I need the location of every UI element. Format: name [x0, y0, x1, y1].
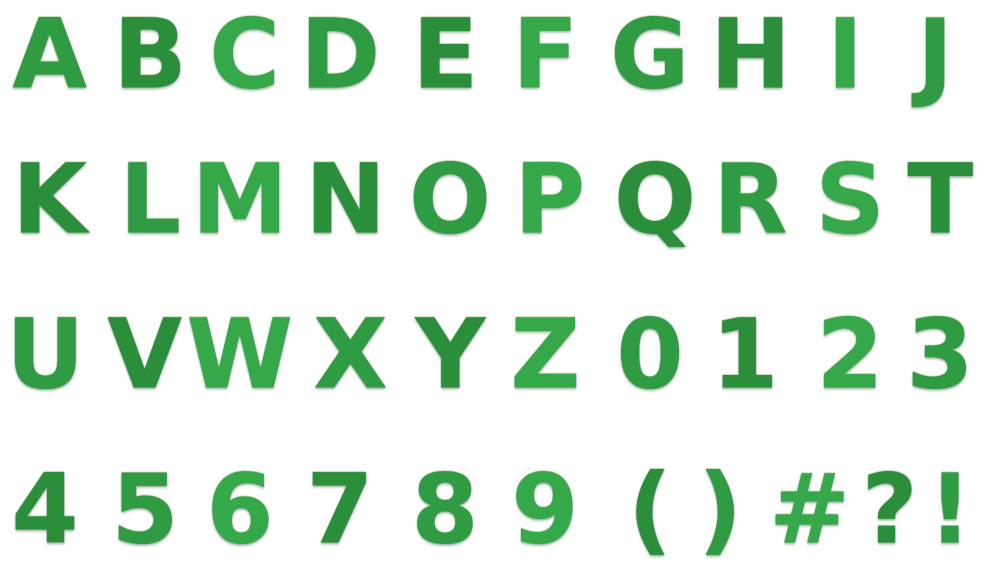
- glyph-i: I: [805, 0, 885, 110]
- glyph-u: U: [5, 300, 85, 410]
- glyph-o-char: O: [408, 143, 492, 256]
- glyph-6: 6: [200, 455, 280, 565]
- glyph-row-3: U V W X Y Z 0 1 2 3: [0, 300, 990, 430]
- glyph-3: 3: [900, 300, 980, 410]
- glyph-v-char: V: [107, 298, 183, 411]
- glyph-2: 2: [810, 300, 890, 410]
- glyph-b-char: B: [113, 0, 187, 111]
- glyph-h-char: H: [709, 0, 791, 111]
- glyph-r: R: [710, 145, 790, 255]
- glyph-v: V: [105, 300, 185, 410]
- glyph-5-char: 5: [111, 453, 179, 566]
- glyph-left-paren-char: (: [627, 453, 673, 566]
- glyph-u-char: U: [5, 298, 85, 411]
- glyph-d: D: [300, 0, 380, 110]
- glyph-m-char: M: [191, 143, 289, 256]
- glyph-exclamation-char: !: [927, 453, 973, 566]
- glyph-r-char: R: [712, 143, 788, 256]
- glyph-1: 1: [705, 300, 785, 410]
- glyph-1-char: 1: [711, 298, 779, 411]
- glyph-n-char: N: [304, 143, 386, 256]
- glyph-left-paren: (: [610, 455, 690, 565]
- glyph-8-char: 8: [411, 453, 479, 566]
- glyph-row-2: K L M N O P Q R S T: [0, 145, 990, 275]
- glyph-j: J: [895, 0, 975, 110]
- glyph-4-char: 4: [11, 453, 79, 566]
- glyph-w-char: W: [186, 298, 294, 411]
- glyph-f: F: [505, 0, 585, 110]
- glyph-a: A: [10, 0, 90, 110]
- glyph-9: 9: [505, 455, 585, 565]
- glyph-exclamation: !: [910, 455, 990, 565]
- glyph-t-char: T: [907, 143, 973, 256]
- glyph-g-char: G: [610, 0, 690, 111]
- glyph-k: K: [10, 145, 90, 255]
- glyph-x: X: [310, 300, 390, 410]
- glyph-x-char: X: [312, 298, 388, 411]
- glyph-4: 4: [5, 455, 85, 565]
- glyph-p-char: P: [514, 143, 586, 256]
- glyph-8: 8: [405, 455, 485, 565]
- glyph-7-char: 7: [306, 453, 374, 566]
- glyph-z-char: Z: [509, 298, 581, 411]
- glyph-k-char: K: [12, 143, 88, 256]
- glyph-l: L: [110, 145, 190, 255]
- glyph-6-char: 6: [206, 453, 274, 566]
- glyph-c: C: [205, 0, 285, 110]
- glyph-j-char: J: [917, 0, 953, 111]
- glyph-i-char: I: [827, 0, 863, 111]
- glyph-right-paren: ): [680, 455, 760, 565]
- glyph-hash-char: #: [769, 453, 851, 566]
- glyph-z: Z: [505, 300, 585, 410]
- glyph-7: 7: [300, 455, 380, 565]
- glyph-y-char: Y: [415, 298, 485, 411]
- glyph-l-char: L: [119, 143, 181, 256]
- glyph-h: H: [709, 0, 791, 111]
- glyph-s-char: S: [815, 143, 885, 256]
- glyph-n: N: [304, 143, 386, 256]
- glyph-5: 5: [105, 455, 185, 565]
- glyph-p: P: [510, 145, 590, 255]
- glyph-right-paren-char: ): [697, 453, 743, 566]
- glyph-f-char: F: [511, 0, 578, 111]
- glyph-e-char: E: [411, 0, 478, 111]
- glyph-c-char: C: [209, 0, 281, 111]
- glyph-9-char: 9: [511, 453, 579, 566]
- glyph-0-char: 0: [616, 298, 684, 411]
- glyph-q-char: Q: [613, 143, 697, 256]
- glyph-t: T: [900, 145, 980, 255]
- glyph-sheet: A B C D E F G H I J K L M N O P Q R S T …: [0, 0, 990, 581]
- glyph-g: G: [610, 0, 690, 110]
- glyph-0: 0: [610, 300, 690, 410]
- glyph-b: B: [110, 0, 190, 110]
- glyph-hash: #: [769, 453, 851, 566]
- glyph-row-1: A B C D E F G H I J: [0, 0, 990, 130]
- glyph-q: Q: [613, 143, 697, 256]
- glyph-a-char: A: [12, 0, 88, 111]
- glyph-e: E: [405, 0, 485, 110]
- glyph-y: Y: [410, 300, 490, 410]
- glyph-d-char: D: [299, 0, 381, 111]
- glyph-row-4: 4 5 6 7 8 9 ( ) # ? !: [0, 455, 990, 585]
- glyph-s: S: [810, 145, 890, 255]
- glyph-3-char: 3: [906, 298, 974, 411]
- glyph-2-char: 2: [816, 298, 884, 411]
- glyph-w: W: [187, 300, 294, 410]
- glyph-m: M: [192, 145, 288, 255]
- glyph-o: O: [408, 143, 492, 256]
